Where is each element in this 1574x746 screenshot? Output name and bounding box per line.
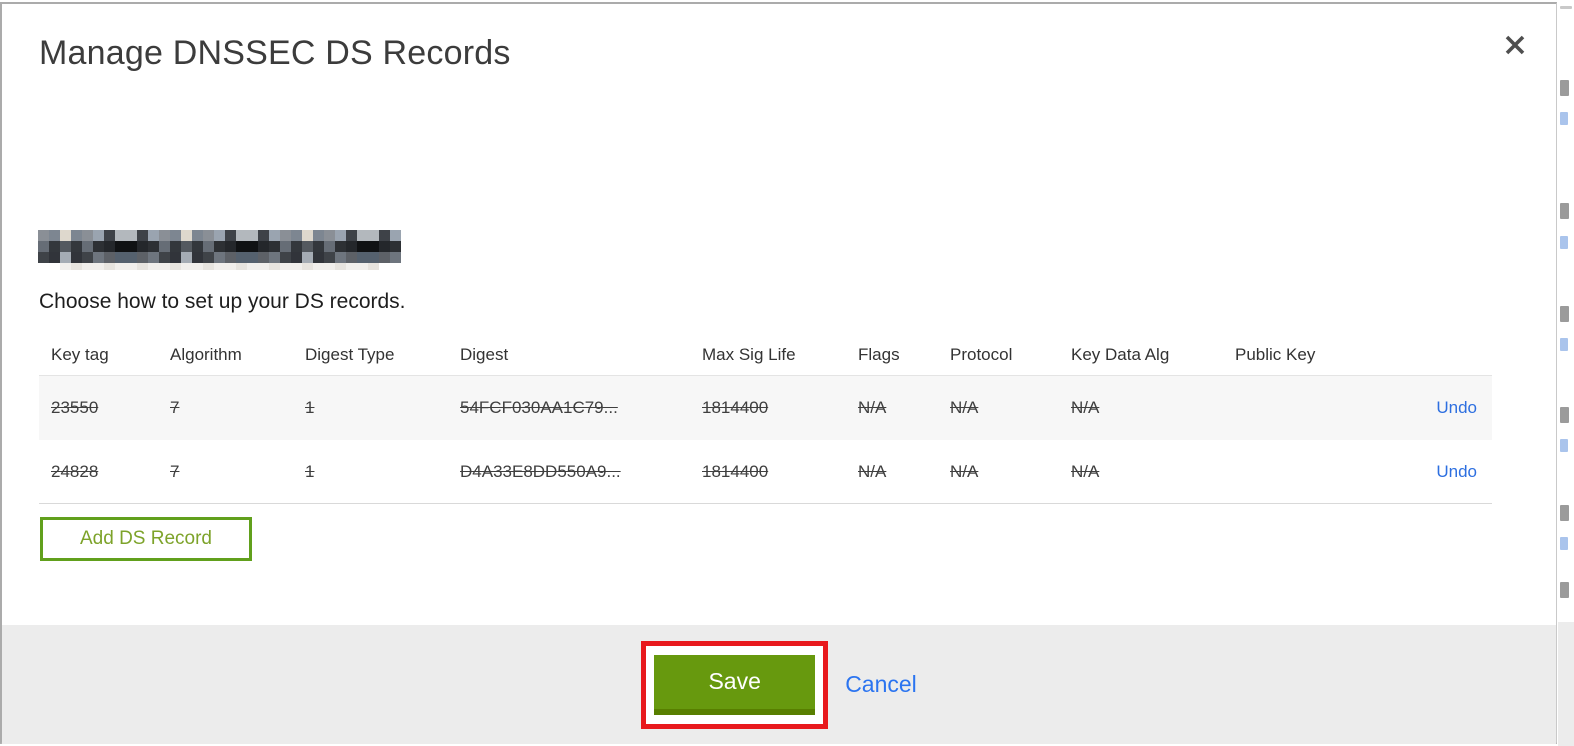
cell-key-tag: 24828	[51, 461, 99, 481]
col-header-key-tag: Key tag	[51, 344, 109, 364]
col-header-algorithm: Algorithm	[170, 344, 242, 364]
pixelation-mosaic	[38, 230, 401, 270]
col-header-public-key: Public Key	[1235, 344, 1316, 364]
undo-link[interactable]: Undo	[1436, 462, 1477, 481]
manage-dnssec-dialog: Manage DNSSEC DS Records Choose how to s…	[0, 2, 1557, 744]
undo-link[interactable]: Undo	[1436, 398, 1477, 417]
cell-digest: 54FCF030AA1C79...	[460, 398, 618, 417]
cell-algorithm: 7	[170, 461, 180, 481]
table-header-row: Key tag Algorithm Digest Type Digest Max…	[39, 334, 1492, 376]
add-ds-record-button[interactable]: Add DS Record	[40, 517, 252, 561]
instruction-text: Choose how to set up your DS records.	[39, 290, 406, 313]
close-icon[interactable]	[1498, 28, 1532, 62]
col-header-protocol: Protocol	[950, 344, 1013, 364]
cell-max-sig-life: 1814400	[702, 398, 769, 417]
ds-records-table: Key tag Algorithm Digest Type Digest Max…	[39, 334, 1492, 504]
save-button[interactable]: Save	[654, 654, 816, 715]
cell-protocol: N/A	[950, 461, 979, 481]
col-header-flags: Flags	[858, 344, 900, 364]
col-header-digest-type: Digest Type	[305, 344, 395, 364]
table-row: 23550 7 1 54FCF030AA1C79... 1814400 N/A …	[39, 376, 1492, 440]
cell-flags: N/A	[858, 398, 887, 417]
table-row: 24828 7 1 D4A33E8DD550A9... 1814400 N/A …	[39, 440, 1492, 504]
cell-protocol: N/A	[950, 398, 979, 417]
col-header-max-sig-life: Max Sig Life	[702, 344, 796, 364]
background-page-sliver	[1558, 0, 1574, 746]
cell-algorithm: 7	[170, 398, 180, 417]
cell-digest-type: 1	[305, 398, 315, 417]
cancel-link[interactable]: Cancel	[845, 671, 917, 698]
cell-flags: N/A	[858, 461, 887, 481]
cell-digest: D4A33E8DD550A9...	[460, 461, 621, 481]
cell-max-sig-life: 1814400	[702, 461, 769, 481]
red-annotation-box: Save	[641, 640, 829, 729]
cell-key-data-alg: N/A	[1071, 398, 1100, 417]
page-title: Manage DNSSEC DS Records	[39, 34, 511, 72]
cell-key-data-alg: N/A	[1071, 461, 1100, 481]
col-header-key-data-alg: Key Data Alg	[1071, 344, 1170, 364]
dialog-footer: Save Cancel	[2, 625, 1556, 744]
cell-key-tag: 23550	[51, 398, 99, 417]
redacted-domain-name	[38, 230, 401, 270]
col-header-digest: Digest	[460, 344, 509, 364]
cell-digest-type: 1	[305, 461, 315, 481]
